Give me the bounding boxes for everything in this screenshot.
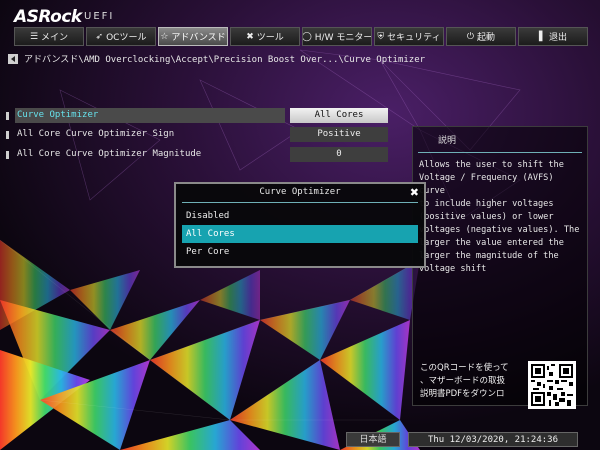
setting-all-core-sign[interactable]: All Core Curve Optimizer Sign Positive (6, 127, 388, 142)
row-marker (6, 150, 9, 159)
qr-caption: このQRコードを使って 、マザーボードの取扱 説明書PDFをダウンロ (420, 363, 509, 399)
tab-label: セキュリティ (387, 33, 441, 43)
main-tabs: ☰ メイン ➶ OCツール ☆ アドバンスド ✖ ツール ◯ H/W モニター ⛨ セキュリ… (14, 27, 588, 46)
tab-label: アドバンスド (171, 33, 226, 43)
back-arrow-icon[interactable] (8, 53, 18, 64)
description-text: Allows the user to shift the Voltage / F… (419, 160, 580, 274)
tab-boot[interactable]: ⏻ 起動 (446, 27, 516, 46)
setting-value[interactable]: Positive (290, 127, 388, 142)
qr-code[interactable] (528, 361, 576, 409)
tab-advanced[interactable]: ☆ アドバンスド (158, 27, 228, 46)
breadcrumb-path: アドバンスド\AMD Overclocking\Accept\Precision… (24, 55, 426, 65)
tab-label: メイン (41, 33, 69, 43)
popup-title: Curve Optimizer (259, 187, 341, 197)
rocket-icon: ➶ (95, 31, 104, 42)
tab-main[interactable]: ☰ メイン (14, 27, 84, 46)
tab-label: 退出 (548, 33, 567, 43)
tab-security[interactable]: ⛨ セキュリティ (374, 27, 444, 46)
monitor-icon: ◯ (302, 31, 312, 42)
description-header: 説明 (418, 127, 582, 153)
power-icon: ⏻ (466, 31, 475, 42)
setting-curve-optimizer[interactable]: Curve Optimizer All Cores (6, 108, 388, 123)
row-marker (6, 130, 9, 139)
datetime-display: Thu 12/03/2020, 21:24:36 (408, 432, 578, 447)
tab-tool[interactable]: ✖ ツール (230, 27, 300, 46)
setting-all-core-magnitude[interactable]: All Core Curve Optimizer Magnitude 0 (6, 147, 388, 162)
setting-value[interactable]: All Cores (290, 108, 388, 123)
tab-label: H/W モニター (314, 33, 372, 43)
setting-label: All Core Curve Optimizer Sign (17, 129, 175, 139)
popup-options: Disabled All Cores Per Core (182, 202, 418, 261)
option-all-cores[interactable]: All Cores (182, 225, 418, 243)
tab-exit[interactable]: ▌ 退出 (518, 27, 588, 46)
uefi-label: UEFI (84, 11, 115, 22)
star-icon: ☆ (160, 31, 169, 42)
curve-optimizer-popup: Curve Optimizer ✖ Disabled All Cores Per… (174, 182, 426, 268)
popup-header: Curve Optimizer ✖ (176, 184, 424, 202)
tab-label: OCツール (106, 33, 147, 43)
tab-label: 起動 (477, 33, 496, 43)
close-icon[interactable]: ✖ (410, 184, 419, 201)
tab-hw-monitor[interactable]: ◯ H/W モニター (302, 27, 372, 46)
shield-icon: ⛨ (377, 31, 385, 42)
language-button[interactable]: 日本語 (346, 432, 400, 447)
tab-oc-tweaker[interactable]: ➶ OCツール (86, 27, 156, 46)
exit-icon: ▌ (539, 31, 546, 42)
asrock-logo: ASRock (14, 7, 82, 27)
list-icon: ☰ (29, 31, 39, 42)
setting-value[interactable]: 0 (290, 147, 388, 162)
tab-label: ツール (256, 33, 284, 43)
row-marker (6, 111, 9, 120)
setting-label: Curve Optimizer (15, 108, 285, 123)
setting-label: All Core Curve Optimizer Magnitude (17, 149, 202, 159)
option-disabled[interactable]: Disabled (182, 207, 418, 225)
breadcrumb: アドバンスド\AMD Overclocking\Accept\Precision… (8, 52, 425, 65)
tools-icon: ✖ (246, 31, 254, 42)
option-per-core[interactable]: Per Core (182, 243, 418, 261)
